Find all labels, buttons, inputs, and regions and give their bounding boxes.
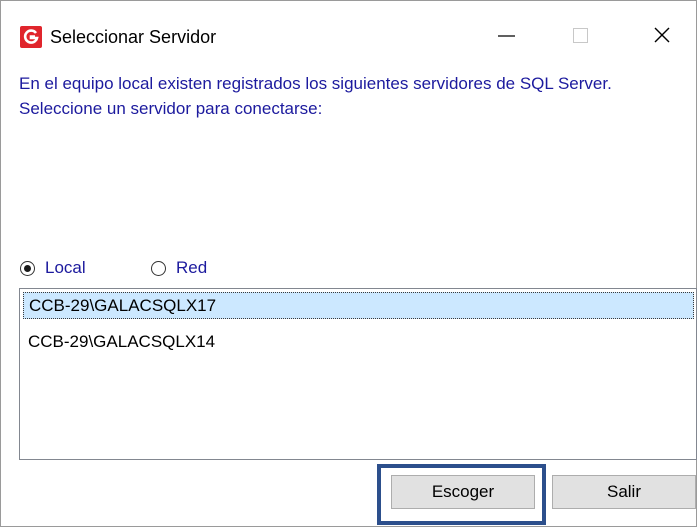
- server-list-item[interactable]: CCB-29\GALACSQLX14: [23, 329, 694, 356]
- window-title: Seleccionar Servidor: [50, 27, 217, 47]
- choose-button[interactable]: Escoger: [391, 475, 535, 509]
- galac-g-icon: [20, 26, 42, 48]
- close-icon: [654, 27, 670, 43]
- maximize-button[interactable]: [566, 15, 612, 53]
- exit-button[interactable]: Salir: [552, 475, 696, 509]
- radio-checked-icon[interactable]: [20, 260, 35, 276]
- title-bar[interactable]: Seleccionar Servidor: [1, 1, 696, 53]
- select-server-dialog: Seleccionar Servidor En el equipo local …: [0, 0, 697, 527]
- minimize-button[interactable]: [481, 15, 527, 53]
- server-list[interactable]: CCB-29\GALACSQLX17 CCB-29\GALACSQLX14: [19, 288, 697, 460]
- maximize-icon: [573, 28, 588, 43]
- local-radio-label[interactable]: Local: [45, 258, 86, 278]
- instructions-text: En el equipo local existen registrados l…: [19, 71, 689, 121]
- radio-unchecked-icon[interactable]: [151, 260, 166, 276]
- local-radio[interactable]: Local: [20, 255, 86, 281]
- red-radio-label[interactable]: Red: [176, 258, 207, 278]
- instructions-line-2: Seleccione un servidor para conectarse:: [19, 99, 323, 118]
- minimize-icon: [498, 35, 515, 37]
- close-button[interactable]: [646, 15, 692, 53]
- red-radio[interactable]: Red: [151, 255, 207, 281]
- server-list-item-selected[interactable]: CCB-29\GALACSQLX17: [23, 292, 694, 319]
- instructions-line-1: En el equipo local existen registrados l…: [19, 74, 612, 93]
